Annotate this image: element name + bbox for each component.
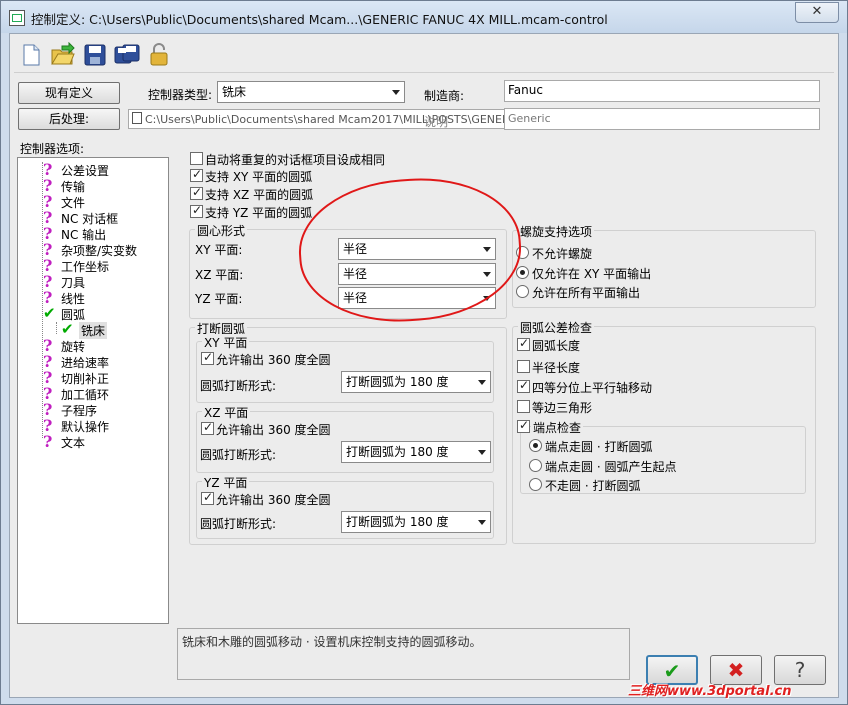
check-icon: ✔ xyxy=(61,320,74,338)
break-xy-360-label: 允许输出 360 度全圆 xyxy=(216,353,331,367)
tree-label: 控制器选项: xyxy=(20,142,85,156)
no-helix-radio[interactable] xyxy=(516,246,529,259)
center-xy-label: XY 平面: xyxy=(195,243,243,257)
new-file-icon[interactable] xyxy=(18,42,44,68)
break-xz-title: XZ 平面 xyxy=(202,404,251,421)
support-xy-checkbox[interactable] xyxy=(190,167,203,182)
break-yz-360-label: 允许输出 360 度全圆 xyxy=(216,493,331,507)
auto-same-checkbox[interactable] xyxy=(190,152,203,165)
file-icon xyxy=(132,112,142,124)
dialog-body: 现有定义 控制器类型: 铣床 制造商: Fanuc 后处理: C:\Users\… xyxy=(9,33,839,698)
endpoint-break-label: 端点走圆 · 打断圆弧 xyxy=(545,440,653,454)
dialog-window: 控制定义: C:\Users\Public\Documents\shared M… xyxy=(0,0,848,705)
help-text-box: 铣床和木雕的圆弧移动 · 设置机床控制支持的圆弧移动。 xyxy=(177,628,630,680)
endpoint-break-radio[interactable] xyxy=(529,439,542,452)
app-icon xyxy=(9,10,25,26)
close-button[interactable]: ✕ xyxy=(795,2,839,23)
auto-same-label: 自动将重复的对话框项目设成相同 xyxy=(205,153,386,167)
chevron-down-icon xyxy=(478,380,486,385)
post-processor-button[interactable]: 后处理: xyxy=(18,108,120,130)
title-bar: 控制定义: C:\Users\Public\Documents\shared M… xyxy=(1,1,847,33)
radius-length-label: 半径长度 xyxy=(532,361,581,375)
arc-length-checkbox[interactable] xyxy=(517,336,530,351)
helix-xy-only-radio[interactable] xyxy=(516,266,529,279)
no-helix-label: 不允许螺旋 xyxy=(532,247,593,261)
endpoint-start-radio[interactable] xyxy=(529,459,542,472)
helix-xy-only-label: 仅允许在 XY 平面输出 xyxy=(532,267,652,281)
break-yz-form-select[interactable]: 打断圆弧为 180 度 xyxy=(341,511,491,533)
watermark: 三维网www.3dportal.cn xyxy=(628,684,792,699)
support-yz-checkbox[interactable] xyxy=(190,203,203,218)
helix-all-planes-label: 允许在所有平面输出 xyxy=(532,286,641,300)
break-xy-form-label: 圆弧打断形式: xyxy=(200,379,277,393)
manufacturer-field[interactable]: Fanuc xyxy=(504,80,820,102)
break-yz-title: YZ 平面 xyxy=(202,474,250,491)
description-label: 说明 xyxy=(424,115,449,129)
break-xy-form-select[interactable]: 打断圆弧为 180 度 xyxy=(341,371,491,393)
no-circle-break-label: 不走圆 · 打断圆弧 xyxy=(545,479,641,493)
lock-icon[interactable] xyxy=(146,42,172,68)
controller-type-value: 铣床 xyxy=(222,85,247,99)
support-xy-label: 支持 XY 平面的圆弧 xyxy=(205,170,313,184)
toolbar xyxy=(14,38,834,73)
center-xy-select[interactable]: 半径 xyxy=(338,238,496,260)
chevron-down-icon xyxy=(483,247,491,252)
equilateral-label: 等边三角形 xyxy=(532,401,593,415)
break-xz-360-label: 允许输出 360 度全圆 xyxy=(216,423,331,437)
check-icon: ✔ xyxy=(43,304,56,322)
manufacturer-label: 制造商: xyxy=(424,89,465,103)
chevron-down-icon xyxy=(483,296,491,301)
save-icon[interactable] xyxy=(82,42,108,68)
current-definition-button[interactable]: 现有定义 xyxy=(18,82,120,104)
break-xz-form-select[interactable]: 打断圆弧为 180 度 xyxy=(341,441,491,463)
center-xz-select[interactable]: 半径 xyxy=(338,263,496,285)
controller-options-tree[interactable]: ? 公差设置 ? 传输 ? 文件 ? NC 对话框 ? NC 输出 ? 杂项整/实变数 ? 工… xyxy=(17,157,169,624)
arc-length-label: 圆弧长度 xyxy=(532,339,581,353)
quadrant-parallel-checkbox[interactable] xyxy=(517,378,530,393)
quadrant-parallel-label: 四等分位上平行轴移动 xyxy=(532,381,653,395)
endpoint-check-checkbox[interactable] xyxy=(517,418,530,433)
tree-connector xyxy=(56,322,57,334)
center-xz-label: XZ 平面: xyxy=(195,268,244,282)
break-xz-360-checkbox[interactable] xyxy=(201,420,214,435)
break-xy-title: XY 平面 xyxy=(202,334,250,351)
equilateral-checkbox[interactable] xyxy=(517,400,530,413)
window-title: 控制定义: C:\Users\Public\Documents\shared M… xyxy=(31,12,608,27)
support-xz-label: 支持 XZ 平面的圆弧 xyxy=(205,188,314,202)
chevron-down-icon xyxy=(392,90,400,95)
break-xz-form-label: 圆弧打断形式: xyxy=(200,448,277,462)
arc-tolerance-title: 圆弧公差检查 xyxy=(518,319,595,336)
endpoint-check-label: 端点检查 xyxy=(531,419,584,436)
break-yz-360-checkbox[interactable] xyxy=(201,490,214,505)
support-xz-checkbox[interactable] xyxy=(190,185,203,200)
chevron-down-icon xyxy=(478,520,486,525)
center-format-title: 圆心形式 xyxy=(195,222,248,239)
controller-type-label: 控制器类型: xyxy=(148,88,213,102)
controller-type-select[interactable]: 铣床 xyxy=(217,81,405,103)
helix-title: 螺旋支持选项 xyxy=(518,223,595,240)
chevron-down-icon xyxy=(483,272,491,277)
center-yz-label: YZ 平面: xyxy=(195,292,243,306)
break-yz-form-label: 圆弧打断形式: xyxy=(200,517,277,531)
save-as-icon[interactable] xyxy=(114,42,140,68)
radius-length-checkbox[interactable] xyxy=(517,360,530,373)
helix-all-planes-radio[interactable] xyxy=(516,285,529,298)
description-field[interactable]: Generic xyxy=(504,108,820,130)
chevron-down-icon xyxy=(478,450,486,455)
support-yz-label: 支持 YZ 平面的圆弧 xyxy=(205,206,313,220)
center-yz-select[interactable]: 半径 xyxy=(338,287,496,309)
no-circle-break-radio[interactable] xyxy=(529,478,542,491)
endpoint-start-label: 端点走圆 · 圆弧产生起点 xyxy=(545,460,677,474)
open-folder-icon[interactable] xyxy=(50,42,76,68)
break-xy-360-checkbox[interactable] xyxy=(201,350,214,365)
question-icon: ? xyxy=(43,432,53,451)
